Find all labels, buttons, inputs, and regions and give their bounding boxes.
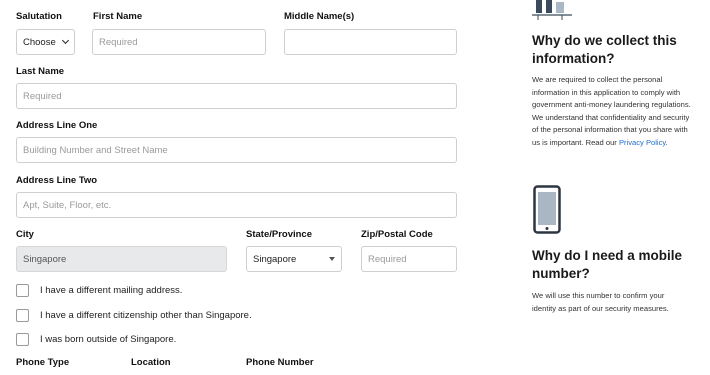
mobile-phone-icon [533,185,561,234]
phone-number-label: Phone Number [246,357,314,368]
salutation-value: Choose [23,36,56,48]
state-value: Singapore [253,253,297,265]
state-label: State/Province [246,229,312,240]
people-illustration-icon [532,0,572,20]
mailing-address-checkbox-label: I have a different mailing address. [40,285,183,296]
location-label: Location [131,357,171,368]
state-select[interactable]: Singapore [246,246,342,272]
privacy-policy-link[interactable]: Privacy Policy [619,138,666,147]
collect-body-text: We are required to collect the personal … [532,75,691,147]
first-name-label: First Name [93,11,143,22]
address-one-input[interactable] [16,137,457,163]
collect-heading: Why do we collect this information? [532,33,677,66]
address-two-input[interactable] [16,192,457,218]
born-outside-checkbox-label: I was born outside of Singapore. [40,334,177,345]
born-outside-checkbox[interactable] [16,333,29,346]
city-label: City [16,229,34,240]
last-name-label: Last Name [16,66,65,77]
salutation-label: Salutation [16,11,62,22]
first-name-input[interactable] [92,29,266,55]
address-one-label: Address Line One [16,120,98,131]
middle-name-input[interactable] [284,29,457,55]
caret-down-icon [329,257,335,261]
citizenship-checkbox[interactable] [16,309,29,322]
chevron-down-icon [61,36,70,45]
middle-name-label: Middle Name(s) [284,11,355,22]
collect-body: We are required to collect the personal … [532,74,692,149]
citizenship-checkbox-label: I have a different citizenship other tha… [40,310,252,321]
zip-input[interactable] [361,246,457,272]
city-input [16,246,227,272]
born-outside-checkbox-row[interactable]: I was born outside of Singapore. [16,333,176,346]
mailing-address-checkbox-row[interactable]: I have a different mailing address. [16,284,182,297]
mailing-address-checkbox[interactable] [16,284,29,297]
zip-label: Zip/Postal Code [361,229,433,240]
address-two-label: Address Line Two [16,175,98,186]
mobile-body: We will use this number to confirm your … [532,291,669,313]
collect-body-suffix: . [665,137,668,147]
phone-type-label: Phone Type [16,357,70,368]
citizenship-checkbox-row[interactable]: I have a different citizenship other tha… [16,309,252,322]
last-name-input[interactable] [16,83,457,109]
mobile-heading: Why do I need a mobile number? [532,248,683,281]
salutation-select[interactable]: Choose [16,29,75,55]
